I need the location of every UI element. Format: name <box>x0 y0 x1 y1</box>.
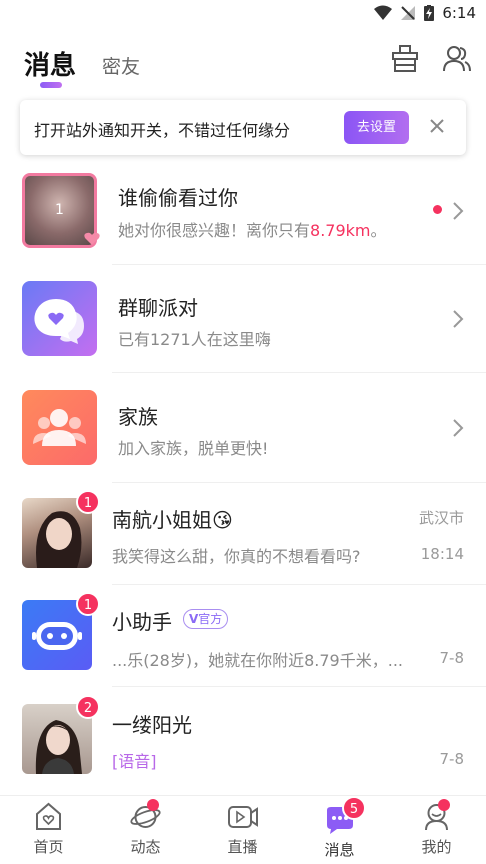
group-chat-icon <box>22 281 97 356</box>
notification-dot <box>438 799 450 811</box>
tab-moments-label: 动态 <box>130 838 161 856</box>
chevron-right-icon <box>453 419 464 437</box>
status-bar: 6:14 <box>0 0 486 28</box>
live-icon <box>228 806 258 828</box>
chat-location: 武汉市 <box>418 509 464 527</box>
chevron-right-icon <box>453 310 464 328</box>
distance-value: 8.79km <box>310 221 371 240</box>
unread-badge: 2 <box>76 695 100 719</box>
tab-profile[interactable]: 我的 <box>388 796 485 864</box>
tab-home-label: 首页 <box>33 838 64 856</box>
chat-name: 一缕阳光 <box>112 713 192 737</box>
notification-banner: 打开站外通知开关，不错过任何缘分 去设置 <box>20 100 466 155</box>
chat-item[interactable]: 1 小助手 V官方 ...乐(28岁)，她就在你附近8.79千米，... 7-8 <box>0 585 486 687</box>
wifi-icon <box>374 5 393 20</box>
no-signal-icon <box>401 6 416 20</box>
family-subtitle: 加入家族，脱单更快! <box>118 439 269 458</box>
status-time: 6:14 <box>442 4 476 22</box>
tab-messages[interactable]: 消息 <box>24 45 76 82</box>
tab-home[interactable]: 首页 <box>0 796 97 864</box>
chat-message: 我笑得这么甜，你真的不想看看吗? <box>112 547 361 566</box>
unread-badge: 1 <box>76 592 100 616</box>
bottom-tab-bar: 首页 动态 直播 5 消息 我的 <box>0 795 486 864</box>
tab-messages-nav[interactable]: 5 消息 <box>291 796 388 864</box>
kiss-emoji: 😘 <box>212 508 233 532</box>
heart-icon <box>84 232 100 245</box>
contacts-icon[interactable] <box>442 44 472 74</box>
unread-badge: 1 <box>76 490 100 514</box>
who-viewed-subtitle: 她对你很感兴趣！离你只有8.79km。 <box>118 221 387 240</box>
chat-time: 7-8 <box>439 750 465 768</box>
family-title: 家族 <box>118 405 158 429</box>
avatar-count: 1 <box>55 202 64 218</box>
notification-text: 打开站外通知开关，不错过任何缘分 <box>34 121 291 140</box>
notification-dot <box>147 799 159 811</box>
tab-messages-label: 消息 <box>324 841 355 859</box>
tab-profile-label: 我的 <box>421 838 452 856</box>
chat-time: 18:14 <box>420 545 464 563</box>
tab-live[interactable]: 直播 <box>194 796 291 864</box>
tab-moments[interactable]: 动态 <box>97 796 194 864</box>
tab-close-friends[interactable]: 密友 <box>102 52 140 79</box>
verified-icon: V <box>189 612 199 626</box>
group-party-row[interactable]: 群聊派对 已有1271人在这里嗨 <box>0 265 486 373</box>
chat-message-voice: [语音] <box>112 752 157 771</box>
header: 消息 密友 <box>0 40 486 90</box>
who-viewed-title: 谁偷偷看过你 <box>118 186 238 210</box>
chat-message: ...乐(28岁)，她就在你附近8.79千米，... <box>112 651 403 670</box>
chat-name: 小助手 <box>112 610 172 634</box>
unread-dot <box>433 205 442 214</box>
unread-badge: 5 <box>342 796 366 820</box>
official-tag: V官方 <box>183 609 229 629</box>
chat-time: 7-8 <box>439 649 465 667</box>
group-party-title: 群聊派对 <box>118 296 198 320</box>
family-row[interactable]: 家族 加入家族，脱单更快! <box>0 373 486 483</box>
chat-name: 南航小姐姐😘 <box>112 508 233 532</box>
home-icon <box>36 802 61 830</box>
tab-live-label: 直播 <box>227 838 258 856</box>
chevron-right-icon <box>453 202 464 220</box>
battery-charging-icon <box>424 5 435 21</box>
close-icon[interactable] <box>425 114 449 138</box>
chat-item[interactable]: 1 南航小姐姐😘 武汉市 我笑得这么甜，你真的不想看看吗? 18:14 <box>0 483 486 585</box>
group-party-subtitle: 已有1271人在这里嗨 <box>118 330 271 349</box>
shop-icon[interactable] <box>390 44 420 74</box>
family-icon <box>22 390 97 465</box>
go-settings-button[interactable]: 去设置 <box>344 111 409 144</box>
chat-item[interactable]: 2 一缕阳光 [语音] 7-8 <box>0 687 486 790</box>
who-viewed-row[interactable]: 1 谁偷偷看过你 她对你很感兴趣！离你只有8.79km。 <box>0 165 486 265</box>
tab-underline <box>40 82 62 88</box>
